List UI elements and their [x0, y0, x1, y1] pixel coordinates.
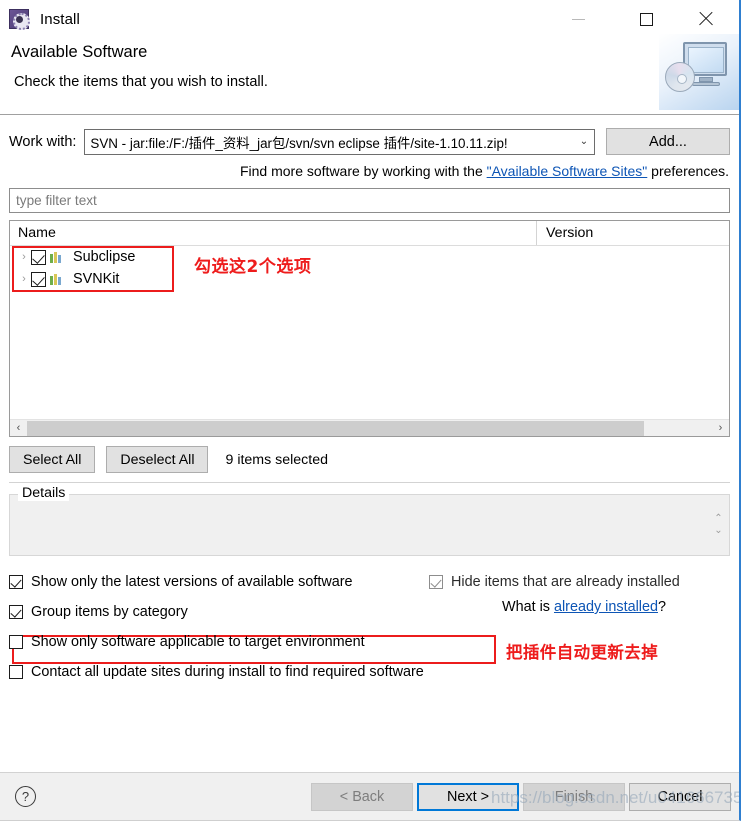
next-button[interactable]: Next > [417, 782, 519, 811]
column-header-version[interactable]: Version [537, 221, 729, 245]
hint-prefix: Find more software by working with the [239, 163, 487, 179]
filter-input[interactable]: type filter text [9, 188, 730, 213]
help-icon[interactable]: ? [15, 786, 36, 807]
selection-row: Select All Deselect All 9 items selected [9, 446, 730, 483]
hide-installed-label: Hide items that are already installed [451, 573, 680, 590]
available-sites-hint: Find more software by working with the "… [9, 163, 730, 179]
tree-header: Name Version [10, 221, 729, 246]
maximize-button[interactable] [623, 0, 669, 38]
tree-item-checkbox[interactable] [31, 249, 46, 265]
cancel-button[interactable]: Cancel [629, 782, 731, 811]
chevron-down-icon[interactable]: ⌄ [576, 136, 592, 147]
hint-suffix: preferences. [647, 163, 729, 179]
horizontal-scrollbar[interactable]: ‹ › [10, 419, 729, 436]
deselect-all-button[interactable]: Deselect All [106, 446, 209, 473]
show-latest-checkbox[interactable] [9, 574, 23, 589]
scroll-left-arrow-icon[interactable]: ‹ [10, 422, 27, 434]
option-show-latest-row[interactable]: Show only the latest versions of availab… [9, 569, 730, 594]
title-bar: Install [0, 0, 739, 38]
filter-placeholder: type filter text [16, 193, 97, 208]
close-icon [698, 11, 714, 27]
annotation-text-contact: 把插件自动更新去掉 [506, 643, 659, 662]
dialog-content: Work with: SVN - jar:file:/F:/插件_资料_jar包… [0, 128, 739, 684]
page-title: Available Software [11, 43, 148, 61]
target-environment-label: Show only software applicable to target … [31, 633, 365, 650]
what-is-suffix: ? [657, 599, 666, 615]
options-section: Show only the latest versions of availab… [9, 569, 730, 684]
tree-item-checkbox[interactable] [31, 271, 46, 287]
back-button[interactable]: < Back [311, 782, 413, 811]
work-with-value: SVN - jar:file:/F:/插件_资料_jar包/svn/svn ec… [90, 135, 508, 151]
spinner-down-icon[interactable]: ⌄ [714, 525, 722, 537]
minimize-button[interactable] [555, 0, 601, 38]
software-tree: Name Version › Subclipse › SVNKit 勾选这2个选… [9, 220, 730, 437]
available-software-sites-link[interactable]: "Available Software Sites" [487, 163, 648, 179]
details-spinner[interactable]: ⌃ ⌄ [711, 508, 726, 542]
work-with-combo[interactable]: SVN - jar:file:/F:/插件_资料_jar包/svn/svn ec… [84, 128, 595, 155]
spinner-up-icon[interactable]: ⌃ [714, 513, 722, 525]
add-site-button[interactable]: Add... [606, 128, 730, 155]
items-selected-status: 9 items selected [225, 451, 328, 468]
annotation-text-tree: 勾选这2个选项 [194, 257, 312, 277]
scrollbar-thumb[interactable] [27, 420, 644, 436]
show-latest-label: Show only the latest versions of availab… [31, 573, 353, 590]
minimize-icon [571, 18, 585, 20]
finish-button[interactable]: Finish [523, 782, 625, 811]
window-title: Install [40, 10, 80, 28]
monitor-with-disc-icon [659, 34, 739, 110]
option-hide-installed-row[interactable]: Hide items that are already installed [429, 574, 680, 590]
footer-buttons: < Back Next > Finish Cancel [307, 782, 731, 811]
work-with-row: Work with: SVN - jar:file:/F:/插件_资料_jar包… [9, 128, 730, 155]
install-dialog-window: Install Available Software Check the ite… [0, 0, 741, 821]
already-installed-link[interactable]: already installed [554, 599, 658, 615]
maximize-icon [639, 12, 653, 26]
page-banner: Available Software Check the items that … [0, 34, 739, 115]
page-subtitle: Check the items that you wish to install… [14, 74, 268, 90]
group-by-category-label: Group items by category [31, 603, 188, 620]
monitor-base-shape [692, 82, 720, 86]
details-legend: Details [18, 485, 70, 501]
target-environment-checkbox[interactable] [9, 634, 23, 649]
scroll-right-arrow-icon[interactable]: › [712, 422, 729, 434]
scrollbar-track[interactable] [27, 420, 712, 436]
disc-shape [665, 62, 695, 92]
work-with-label: Work with: [9, 133, 77, 150]
group-by-category-checkbox[interactable] [9, 604, 23, 619]
tree-body: › Subclipse › SVNKit 勾选这2个选项 [10, 246, 729, 419]
install-gear-icon [9, 9, 30, 30]
hide-installed-checkbox[interactable] [429, 574, 443, 589]
what-is-prefix: What is [502, 599, 554, 615]
contact-update-sites-checkbox[interactable] [9, 664, 23, 679]
dialog-footer: ? < Back Next > Finish Cancel [0, 772, 739, 820]
close-button[interactable] [683, 0, 729, 38]
column-header-name[interactable]: Name [10, 221, 537, 245]
what-is-installed-line: What is already installed? [502, 599, 666, 615]
contact-update-sites-label: Contact all update sites during install … [31, 663, 424, 680]
details-group: Details ⌃ ⌄ [9, 485, 730, 556]
select-all-button[interactable]: Select All [9, 446, 96, 473]
